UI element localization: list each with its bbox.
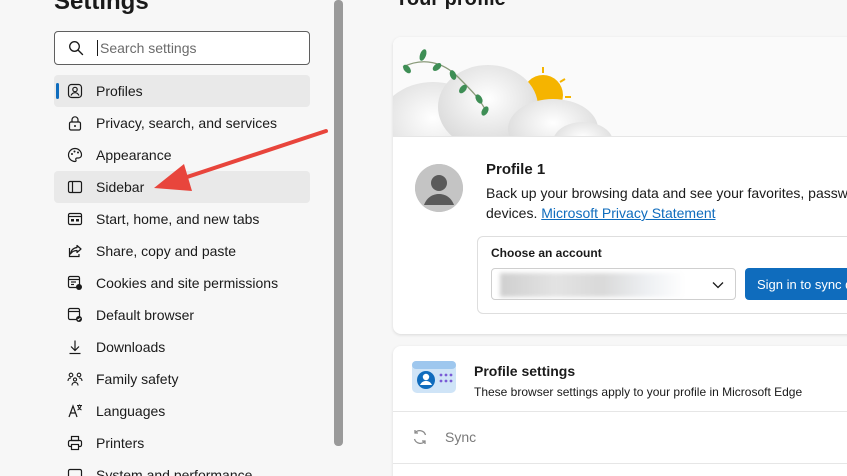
sidebar-item-default-browser[interactable]: Default browser: [54, 299, 310, 331]
sync-row[interactable]: Sync: [393, 412, 847, 462]
redacted-account: [500, 273, 685, 297]
sidebar-item-appearance[interactable]: Appearance: [54, 139, 310, 171]
sidebar-item-label: Profiles: [96, 83, 143, 99]
sync-label: Sync: [445, 429, 477, 445]
search-input[interactable]: [97, 40, 297, 56]
profile-card: Profile 1 Back up your browsing data and…: [393, 37, 847, 334]
sidebar-item-label: Privacy, search, and services: [96, 115, 278, 131]
profile-banner-illustration: [393, 37, 847, 136]
chevron-down-icon: [711, 278, 725, 297]
sidebar-item-downloads[interactable]: Downloads: [54, 331, 310, 363]
language-icon: [66, 402, 84, 420]
sidebar-item-label: Family safety: [96, 371, 179, 387]
sidebar-item-label: Default browser: [96, 307, 195, 323]
profile-description-line2: devices.: [486, 205, 538, 221]
family-icon: [66, 370, 84, 388]
home-tabs-icon: [66, 210, 84, 228]
main-content: Your profile: [344, 0, 847, 476]
profile-icon: [66, 82, 84, 100]
profile-name: Profile 1: [486, 161, 546, 178]
sidebar-item-languages[interactable]: Languages: [54, 395, 310, 427]
profile-settings-title: Profile settings: [474, 363, 576, 379]
share-icon: [66, 242, 84, 260]
privacy-statement-link[interactable]: Microsoft Privacy Statement: [541, 205, 715, 221]
account-label: Choose an account: [491, 246, 602, 260]
sidebar-item-label: System and performance: [96, 467, 253, 476]
sidebar-item-family-safety[interactable]: Family safety: [54, 363, 310, 395]
search-box[interactable]: [54, 31, 310, 65]
page-title: Your profile: [395, 0, 506, 11]
sidebar-item-label: Sidebar: [96, 179, 145, 195]
sidebar-item-label: Printers: [96, 435, 145, 451]
cookies-icon: [66, 274, 84, 292]
sidebar-item-system[interactable]: System and performance: [54, 459, 310, 476]
sidebar-item-label: Languages: [96, 403, 166, 419]
sidebar-item-start-home[interactable]: Start, home, and new tabs: [54, 203, 310, 235]
sidebar-item-sidebar[interactable]: Sidebar: [54, 171, 310, 203]
profile-settings-card: Profile settings These browser settings …: [393, 346, 847, 476]
browser-icon: [66, 306, 84, 324]
sidebar-item-label: Share, copy and paste: [96, 243, 237, 259]
sidebar-icon: [66, 178, 84, 196]
palette-icon: [66, 146, 84, 164]
settings-sidebar: Settings Profiles Privacy, search, and s…: [0, 0, 333, 476]
system-icon: [66, 466, 84, 476]
avatar: [415, 164, 463, 212]
sidebar-item-profiles[interactable]: Profiles: [54, 75, 310, 107]
sidebar-item-label: Downloads: [96, 339, 166, 355]
sidebar-item-privacy[interactable]: Privacy, search, and services: [54, 107, 310, 139]
sidebar-item-share[interactable]: Share, copy and paste: [54, 235, 310, 267]
profile-description: Back up your browsing data and see your …: [486, 183, 847, 223]
active-indicator: [56, 83, 59, 99]
sidebar-item-printers[interactable]: Printers: [54, 427, 310, 459]
lock-icon: [66, 114, 84, 132]
sidebar-item-label: Appearance: [96, 147, 172, 163]
settings-title: Settings: [54, 0, 149, 15]
search-icon: [68, 40, 84, 56]
account-chooser: Choose an account Sign in to sync d: [477, 236, 847, 314]
profile-description-line1: Back up your browsing data and see your …: [486, 185, 847, 201]
profile-settings-icon: [410, 357, 458, 397]
account-dropdown[interactable]: [491, 268, 736, 300]
settings-nav: Profiles Privacy, search, and services A…: [54, 75, 310, 476]
sync-icon: [411, 428, 429, 451]
sign-in-sync-button[interactable]: Sign in to sync d: [745, 268, 847, 300]
divider: [393, 136, 847, 137]
divider: [393, 463, 847, 464]
sidebar-item-cookies[interactable]: Cookies and site permissions: [54, 267, 310, 299]
sidebar-item-label: Cookies and site permissions: [96, 275, 279, 291]
profile-settings-description: These browser settings apply to your pro…: [474, 385, 803, 399]
printer-icon: [66, 434, 84, 452]
download-icon: [66, 338, 84, 356]
sidebar-item-label: Start, home, and new tabs: [96, 211, 260, 227]
sidebar-scrollbar[interactable]: [334, 0, 343, 446]
